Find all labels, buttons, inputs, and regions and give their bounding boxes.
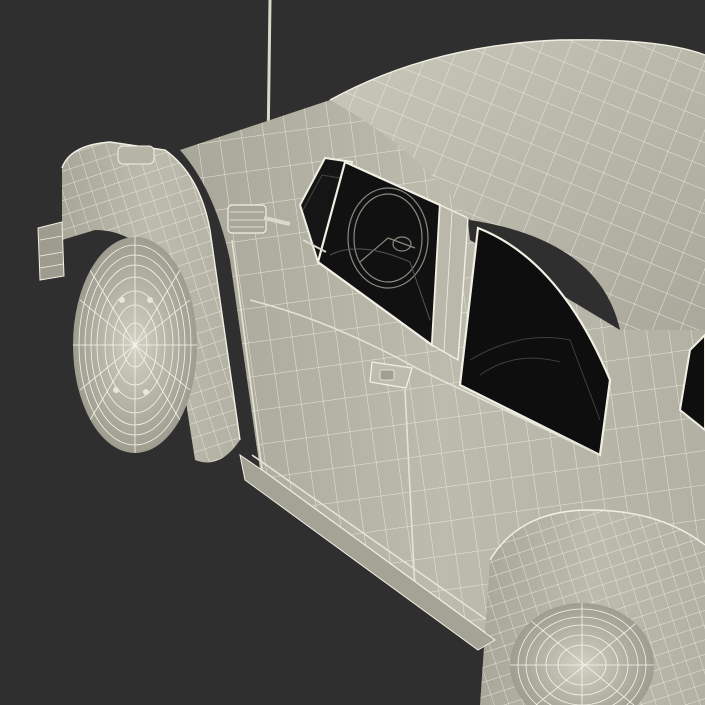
- wireframe-car-render: [0, 0, 705, 705]
- rear-tire: [73, 237, 197, 453]
